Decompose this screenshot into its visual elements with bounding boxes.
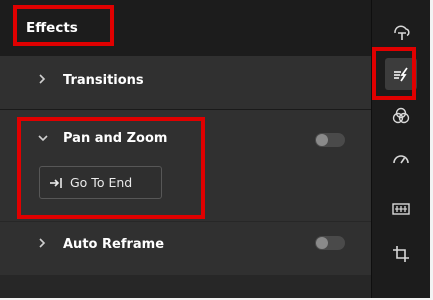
chevron-right-icon[interactable] bbox=[37, 237, 47, 252]
auto-reframe-label[interactable]: Auto Reframe bbox=[63, 237, 164, 252]
chevron-right-icon[interactable] bbox=[37, 73, 47, 88]
pan-and-zoom-toggle[interactable] bbox=[315, 133, 345, 147]
toggle-knob bbox=[316, 237, 328, 249]
color-circles-icon[interactable] bbox=[385, 100, 417, 132]
crop-icon[interactable] bbox=[385, 238, 417, 270]
stretch-frame-icon[interactable] bbox=[385, 193, 417, 225]
effects-title-highlight bbox=[13, 5, 114, 46]
toggle-knob bbox=[316, 134, 328, 146]
effects-tool-highlight bbox=[372, 47, 416, 100]
text-tool-icon[interactable] bbox=[385, 16, 417, 48]
auto-reframe-section[interactable]: Auto Reframe bbox=[0, 222, 371, 275]
speed-gauge-icon[interactable] bbox=[385, 143, 417, 175]
auto-reframe-toggle[interactable] bbox=[315, 236, 345, 250]
effects-window: Effects Transitions Pan and Zoom Go To E… bbox=[0, 0, 430, 298]
pan-and-zoom-highlight bbox=[17, 117, 205, 219]
transitions-label[interactable]: Transitions bbox=[63, 73, 144, 88]
tool-sidebar bbox=[371, 0, 430, 298]
transitions-section[interactable]: Transitions bbox=[0, 56, 371, 110]
